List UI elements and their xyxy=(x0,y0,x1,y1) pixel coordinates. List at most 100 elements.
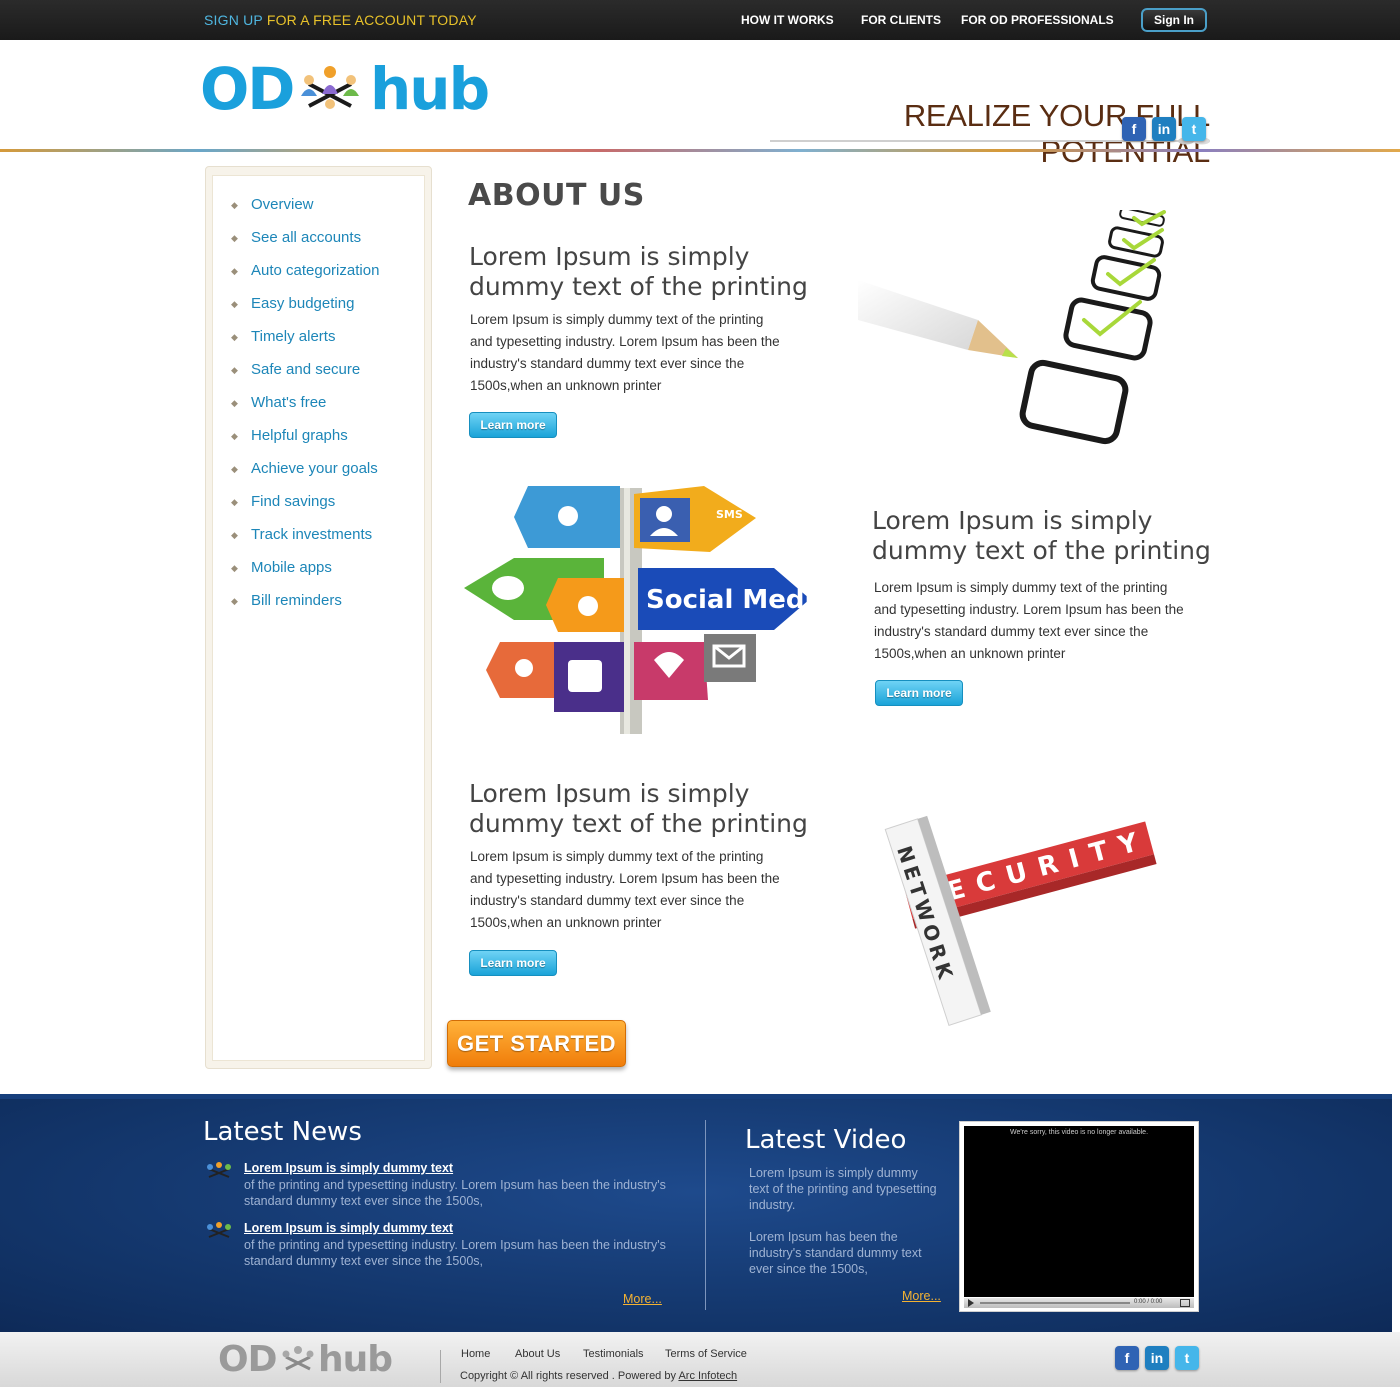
sidebar-item-mobile-apps[interactable]: ◆ Mobile apps xyxy=(231,559,332,579)
bullet-icon: ◆ xyxy=(231,199,238,210)
sidebar-item-overview[interactable]: ◆ Overview xyxy=(231,196,314,216)
news-more-link[interactable]: More... xyxy=(623,1292,662,1306)
sidebar-item-timely-alerts[interactable]: ◆ Timely alerts xyxy=(231,328,335,348)
twitter-icon[interactable]: t xyxy=(1182,117,1206,141)
news-line: standard dummy text ever since the 1500s… xyxy=(244,1254,484,1268)
body-line: and typesetting industry. Lorem Ipsum ha… xyxy=(470,334,780,349)
linkedin-icon[interactable]: in xyxy=(1145,1346,1169,1370)
sidebar-item-label[interactable]: See all accounts xyxy=(251,229,361,246)
sidebar-item-label[interactable]: Mobile apps xyxy=(251,559,332,576)
bullet-icon: ◆ xyxy=(231,595,238,606)
sidebar-item-see-all-accounts[interactable]: ◆ See all accounts xyxy=(231,229,361,249)
facebook-icon[interactable]: f xyxy=(1122,117,1146,141)
sidebar-item-label[interactable]: Safe and secure xyxy=(251,361,360,378)
powered-by-link[interactable]: Arc Infotech xyxy=(678,1370,737,1382)
facebook-icon[interactable]: f xyxy=(1115,1346,1139,1370)
sidebar-item-auto-categorization[interactable]: ◆ Auto categorization xyxy=(231,262,379,282)
video-line: ever since the 1500s, xyxy=(749,1262,868,1276)
sidebar-item-helpful-graphs[interactable]: ◆ Helpful graphs xyxy=(231,427,348,447)
footer-link-terms-of-service[interactable]: Terms of Service xyxy=(665,1348,747,1360)
video-unavailable-message: We're sorry, this video is no longer ava… xyxy=(1009,1129,1149,1136)
people-network-icon xyxy=(282,1346,314,1371)
bullet-icon: ◆ xyxy=(231,364,238,375)
video-time: 0:00 / 0:00 xyxy=(1134,1299,1163,1305)
sidebar-item-label[interactable]: Easy budgeting xyxy=(251,295,354,312)
news-item-2-text: of the printing and typesetting industry… xyxy=(244,1237,666,1269)
learn-more-button-3[interactable]: Learn more xyxy=(469,950,557,976)
footer-divider xyxy=(440,1350,441,1383)
news-item-1-link[interactable]: Lorem Ipsum is simply dummy text xyxy=(244,1161,453,1175)
bullet-icon: ◆ xyxy=(231,562,238,573)
news-item-2-link[interactable]: Lorem Ipsum is simply dummy text xyxy=(244,1221,453,1235)
sidebar-item-label[interactable]: Track investments xyxy=(251,526,372,543)
video-controls[interactable]: 0:00 / 0:00 xyxy=(964,1298,1194,1308)
sidebar-item-achieve-your-goals[interactable]: ◆ Achieve your goals xyxy=(231,460,378,480)
footer-link-about-us[interactable]: About Us xyxy=(515,1348,560,1360)
signup-text[interactable]: FOR A FREE ACCOUNT TODAY xyxy=(267,12,477,28)
footer-link-home[interactable]: Home xyxy=(461,1348,490,1360)
header: OD hub REALIZE YOUR FULL POTENTIAL f in … xyxy=(0,40,1400,169)
footer-logo[interactable]: OD hub xyxy=(218,1340,408,1380)
section-1-heading: Lorem Ipsum is simply dummy text of the … xyxy=(469,242,808,302)
sidebar-item-label[interactable]: What's free xyxy=(251,394,326,411)
nav-how-it-works[interactable]: HOW IT WORKS xyxy=(741,13,834,27)
section-3-body: Lorem Ipsum is simply dummy text of the … xyxy=(470,846,780,934)
body-line: industry's standard dummy text ever sinc… xyxy=(470,893,745,908)
sidebar: ◆ Overview ◆ See all accounts ◆ Auto catego… xyxy=(205,166,432,1069)
learn-more-button-2[interactable]: Learn more xyxy=(875,680,963,706)
body-line: and typesetting industry. Lorem Ipsum ha… xyxy=(470,871,780,886)
sidebar-item-track-investments[interactable]: ◆ Track investments xyxy=(231,526,372,546)
sign-in-button[interactable]: Sign In xyxy=(1141,8,1207,32)
twitter-icon[interactable]: t xyxy=(1175,1346,1199,1370)
section-2-heading: Lorem Ipsum is simply dummy text of the … xyxy=(872,506,1211,566)
latest-news-title: Latest News xyxy=(203,1117,362,1147)
sidebar-item-bill-reminders[interactable]: ◆ Bill reminders xyxy=(231,592,342,612)
top-bar: SIGN UP FOR A FREE ACCOUNT TODAY HOW IT … xyxy=(0,0,1400,40)
linkedin-icon[interactable]: in xyxy=(1152,117,1176,141)
fullscreen-icon[interactable] xyxy=(1180,1299,1190,1307)
bullet-icon: ◆ xyxy=(231,496,238,507)
section-1-body: Lorem Ipsum is simply dummy text of the … xyxy=(470,309,780,397)
sidebar-item-safe-and-secure[interactable]: ◆ Safe and secure xyxy=(231,361,360,381)
sidebar-item-label[interactable]: Overview xyxy=(251,196,314,213)
sidebar-item-label[interactable]: Achieve your goals xyxy=(251,460,378,477)
news-line: of the printing and typesetting industry… xyxy=(244,1238,666,1252)
body-line: 1500s,when an unknown printer xyxy=(470,378,662,393)
sidebar-item-label[interactable]: Helpful graphs xyxy=(251,427,348,444)
bullet-icon: ◆ xyxy=(231,298,238,309)
body-line: industry's standard dummy text ever sinc… xyxy=(874,624,1149,639)
video-progress-track[interactable] xyxy=(980,1302,1130,1304)
get-started-button[interactable]: GET STARTED xyxy=(447,1020,626,1067)
news-line: standard dummy text ever since the 1500s… xyxy=(244,1194,484,1208)
checklist-pencil-image xyxy=(858,210,1198,466)
social-media-signpost-image: Social Media SMS xyxy=(464,486,812,734)
learn-more-button-1[interactable]: Learn more xyxy=(469,412,557,438)
sidebar-item-whats-free[interactable]: ◆ What's free xyxy=(231,394,326,414)
sidebar-item-label[interactable]: Timely alerts xyxy=(251,328,335,345)
video-more-link[interactable]: More... xyxy=(902,1289,941,1303)
play-icon[interactable] xyxy=(967,1299,975,1307)
page-title: ABOUT US xyxy=(468,178,645,213)
security-network-blocks-image: SECURITY NETWORK xyxy=(884,815,1157,1026)
nav-for-clients[interactable]: FOR CLIENTS xyxy=(861,13,941,27)
video-screen[interactable]: We're sorry, this video is no longer ava… xyxy=(964,1126,1194,1297)
sidebar-item-label[interactable]: Auto categorization xyxy=(251,262,379,279)
bullet-icon: ◆ xyxy=(231,430,238,441)
bullet-icon: ◆ xyxy=(231,397,238,408)
footer-link-testimonials[interactable]: Testimonials xyxy=(583,1348,644,1360)
nav-for-od-professionals[interactable]: FOR OD PROFESSIONALS xyxy=(961,13,1114,27)
sidebar-item-easy-budgeting[interactable]: ◆ Easy budgeting xyxy=(231,295,354,315)
bullet-icon: ◆ xyxy=(231,529,238,540)
video-player[interactable]: We're sorry, this video is no longer ava… xyxy=(959,1121,1199,1312)
signup-link[interactable]: SIGN UP FOR A FREE ACCOUNT TODAY xyxy=(204,12,477,28)
heading-line: Lorem Ipsum is simply xyxy=(872,506,1153,535)
video-description-1: Lorem Ipsum is simply dummy text of the … xyxy=(749,1165,937,1213)
footer-logo-od: OD xyxy=(218,1339,277,1380)
site-logo[interactable]: OD hub xyxy=(200,58,500,128)
news-item-1-text: of the printing and typesetting industry… xyxy=(244,1177,666,1209)
sidebar-item-find-savings[interactable]: ◆ Find savings xyxy=(231,493,335,513)
sidebar-item-label[interactable]: Bill reminders xyxy=(251,592,342,609)
body-line: Lorem Ipsum is simply dummy text of the … xyxy=(470,312,764,327)
signup-highlight[interactable]: SIGN UP xyxy=(204,12,263,28)
sidebar-item-label[interactable]: Find savings xyxy=(251,493,335,510)
